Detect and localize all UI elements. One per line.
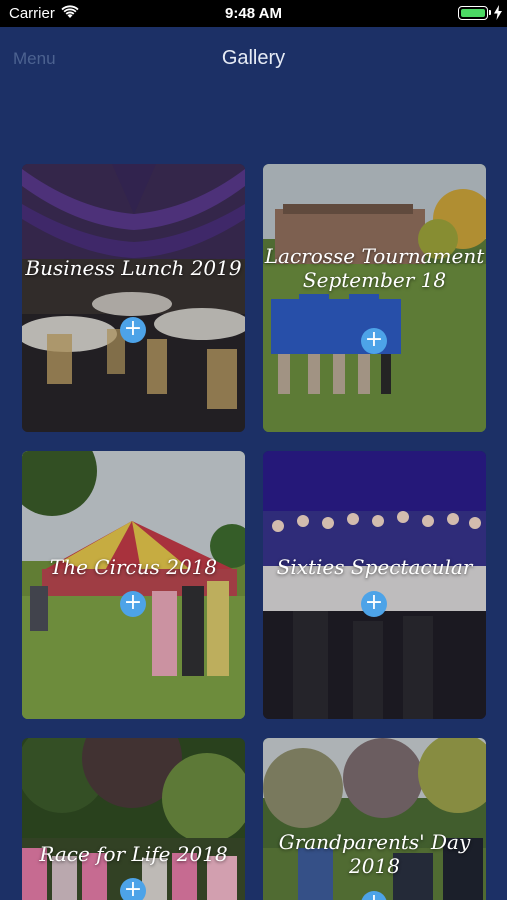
charging-bolt-icon bbox=[494, 5, 502, 20]
status-bar: Carrier 9:48 AM bbox=[0, 0, 507, 27]
album-photo bbox=[263, 451, 486, 719]
add-icon[interactable]: + bbox=[361, 591, 387, 617]
album-card-grandparents-day[interactable]: Grandparents' Day 2018 + bbox=[263, 738, 486, 900]
album-title: Grandparents' Day 2018 bbox=[278, 830, 471, 878]
album-photo bbox=[22, 451, 245, 719]
nav-bar: Menu Gallery bbox=[0, 27, 507, 91]
add-icon[interactable]: + bbox=[120, 591, 146, 617]
add-icon[interactable]: + bbox=[120, 317, 146, 343]
album-title: The Circus 2018 bbox=[49, 555, 218, 579]
album-card-business-lunch[interactable]: Business Lunch 2019 + bbox=[22, 164, 245, 432]
album-title: Business Lunch 2019 bbox=[25, 256, 242, 280]
add-icon[interactable]: + bbox=[120, 878, 146, 900]
album-title: Race for Life 2018 bbox=[39, 842, 228, 866]
album-photo bbox=[263, 164, 486, 432]
album-card-lacrosse-tournament[interactable]: Lacrosse Tournament September 18 + bbox=[263, 164, 486, 432]
add-icon[interactable]: + bbox=[361, 328, 387, 354]
album-title: Sixties Spectacular bbox=[276, 555, 473, 579]
album-card-race-for-life[interactable]: Race for Life 2018 + bbox=[22, 738, 245, 900]
album-photo bbox=[22, 164, 245, 432]
album-card-sixties-spectacular[interactable]: Sixties Spectacular + bbox=[263, 451, 486, 719]
page-title: Gallery bbox=[221, 47, 286, 69]
album-card-the-circus[interactable]: The Circus 2018 + bbox=[22, 451, 245, 719]
status-time: 9:48 AM bbox=[225, 5, 282, 22]
album-photo bbox=[22, 738, 245, 900]
battery-tip bbox=[489, 10, 491, 15]
album-title: Lacrosse Tournament September 18 bbox=[264, 244, 485, 292]
battery-icon bbox=[458, 6, 488, 20]
